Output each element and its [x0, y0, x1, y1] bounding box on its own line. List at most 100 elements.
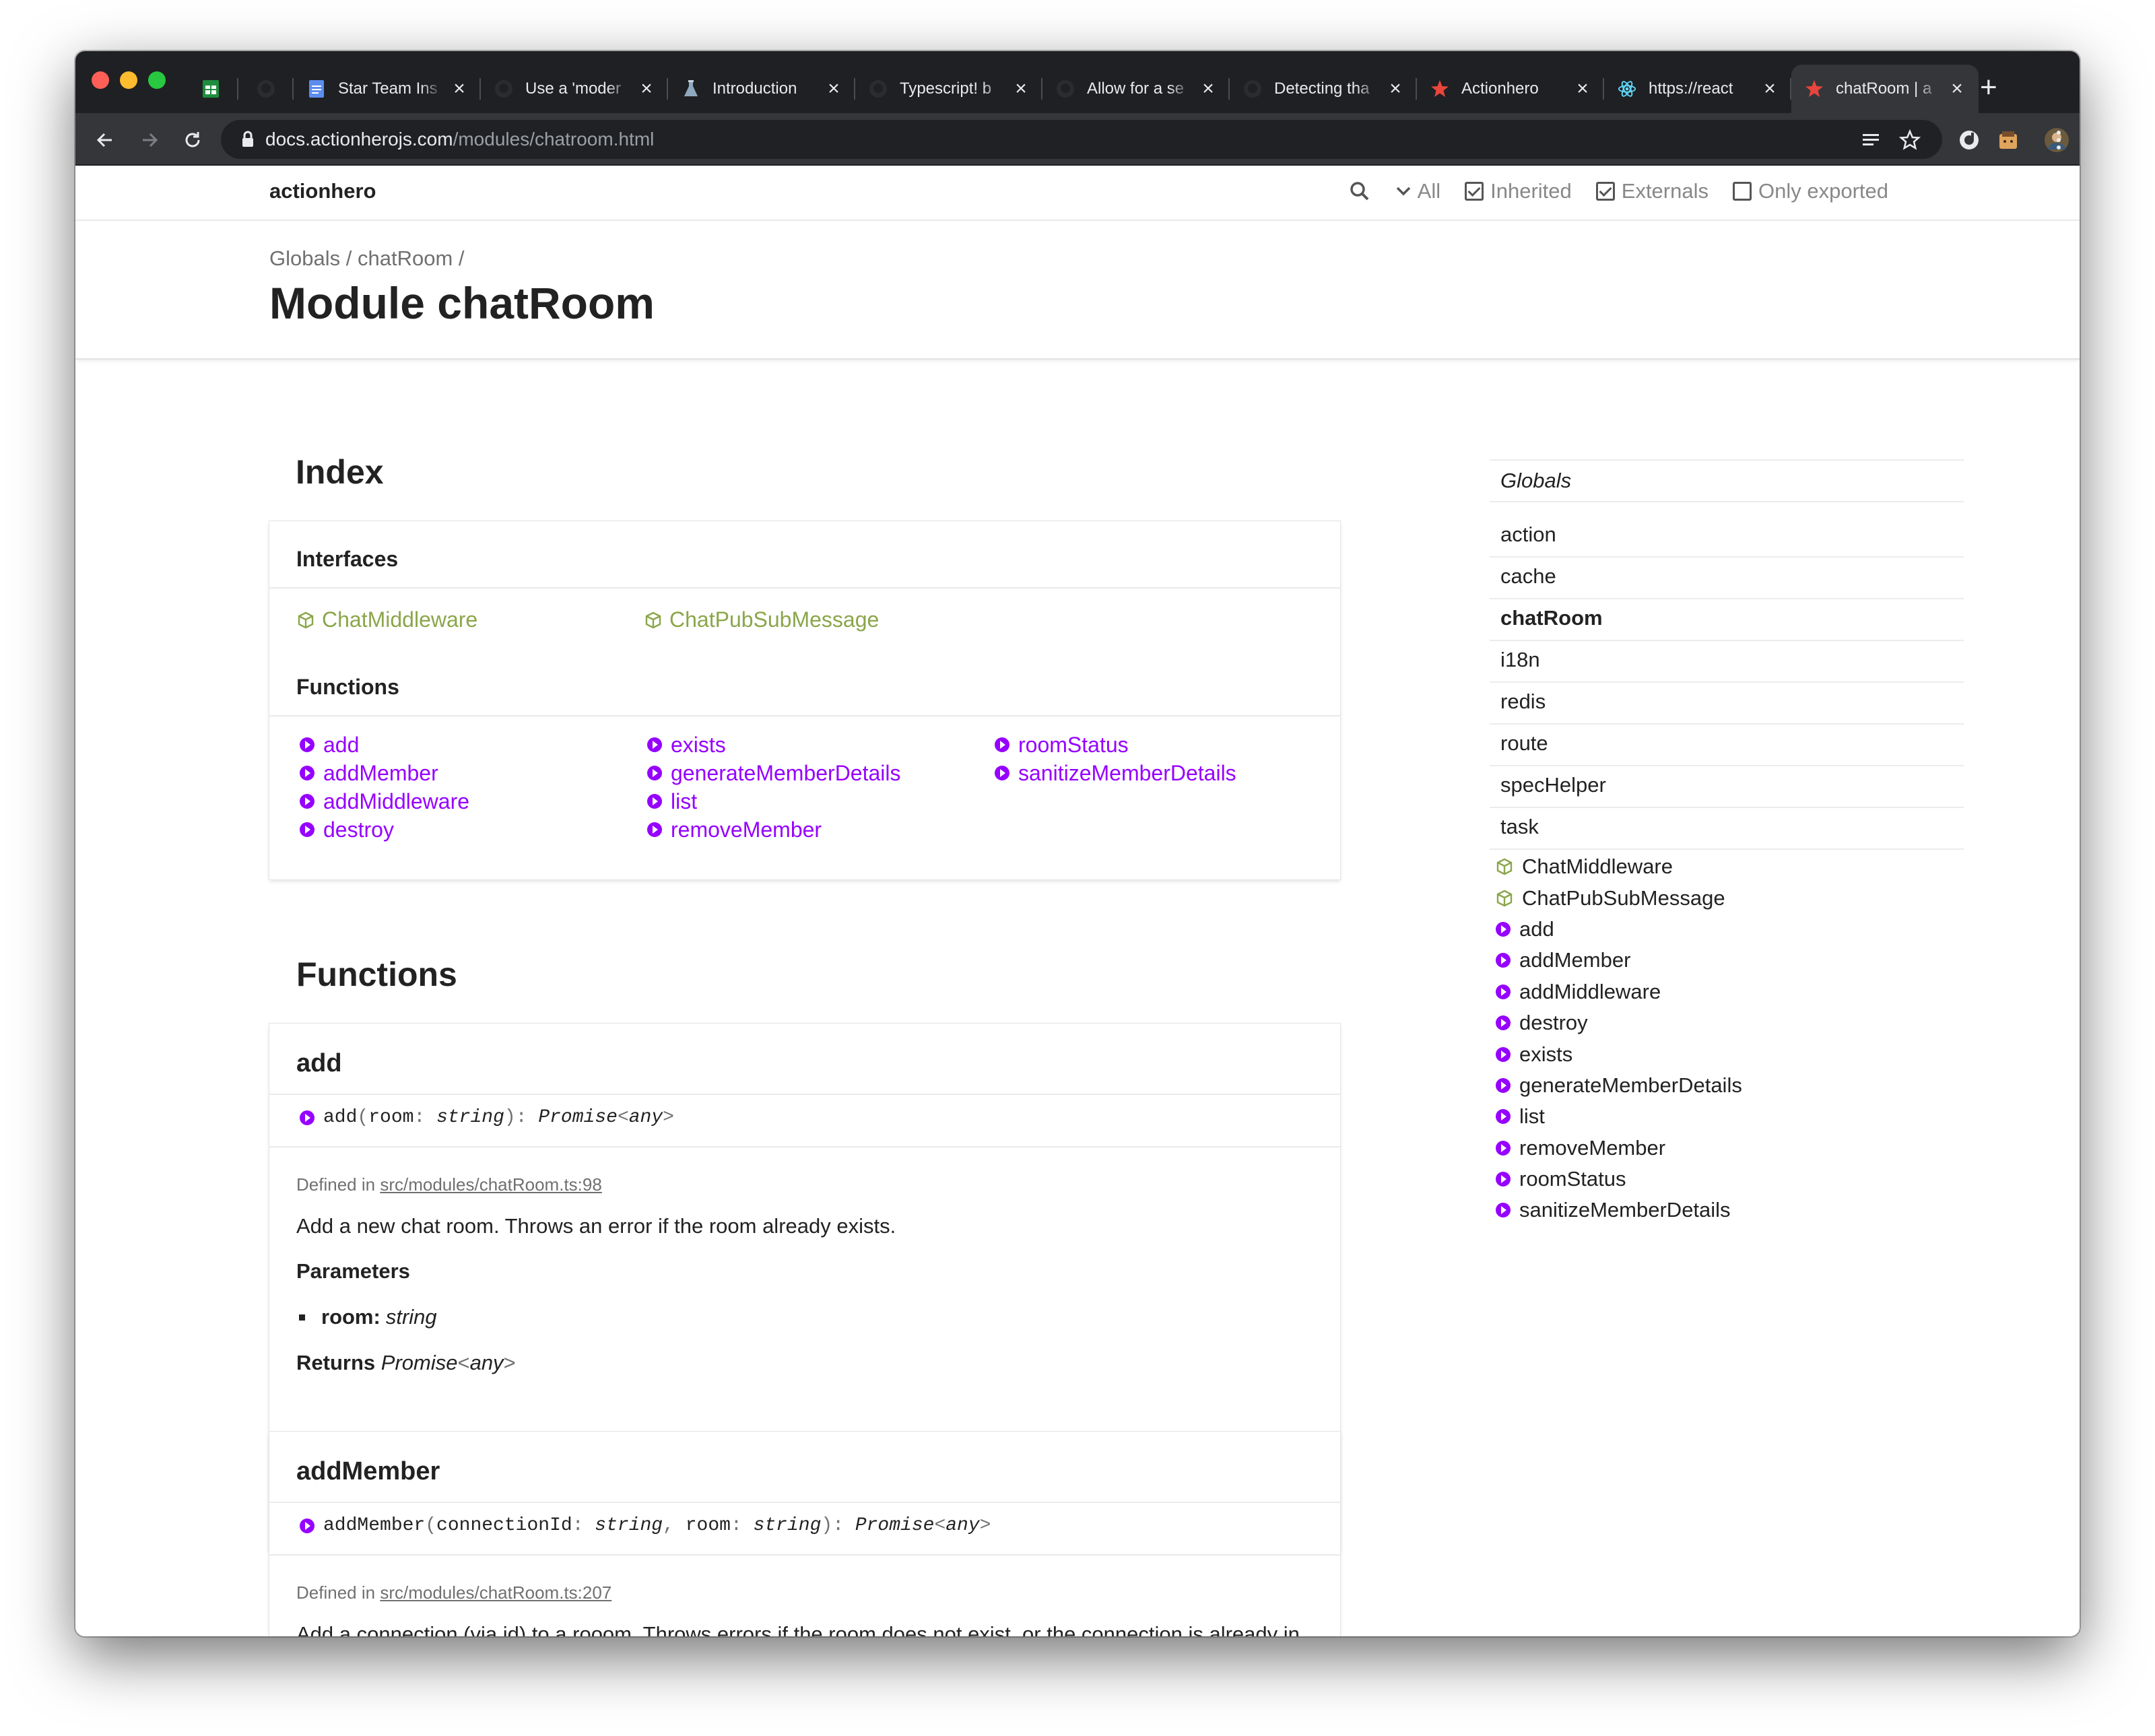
breadcrumb-chatroom[interactable]: chatRoom [358, 246, 453, 270]
sidebar-function-link[interactable]: destroy [1495, 1007, 1742, 1038]
close-tab-icon[interactable]: × [637, 79, 656, 99]
minimize-window-button[interactable] [120, 71, 137, 89]
sidebar-module-spechelper[interactable]: specHelper [1490, 766, 1964, 808]
close-tab-icon[interactable]: × [1386, 79, 1405, 99]
browser-tab[interactable]: Use a 'moder × [481, 65, 668, 113]
close-window-button[interactable] [92, 71, 109, 89]
source-link[interactable]: src/modules/chatRoom.ts:207 [380, 1582, 611, 1603]
checkbox-unchecked-icon [1733, 182, 1752, 201]
sidebar-module-i18n[interactable]: i18n [1490, 641, 1964, 683]
index-function-link[interactable]: list [646, 787, 901, 815]
browser-tab[interactable]: https://react × [1604, 65, 1791, 113]
close-tab-icon[interactable]: × [450, 79, 469, 99]
defined-in: Defined in src/modules/chatRoom.ts:207 [296, 1582, 611, 1603]
sidebar-function-link[interactable]: generateMemberDetails [1495, 1070, 1742, 1101]
sidebar-module-chatroom[interactable]: chatRoom [1490, 599, 1964, 641]
browser-tab[interactable]: Actionhero × [1417, 65, 1604, 113]
zoom-window-button[interactable] [148, 71, 166, 89]
function-icon [1495, 1171, 1511, 1187]
sidebar-function-link[interactable]: add [1495, 914, 1742, 945]
visibility-filter-select[interactable]: All [1395, 179, 1440, 203]
index-function-link[interactable]: removeMember [646, 815, 901, 844]
page-header: Globals / chatRoom / Module chatRoom [75, 221, 2080, 360]
browser-tab[interactable]: Introduction × [668, 65, 855, 113]
close-tab-icon[interactable]: × [1199, 79, 1218, 99]
defined-label: Defined in [296, 1582, 376, 1603]
index-function-link[interactable]: addMember [299, 759, 469, 787]
sidebar-module-task[interactable]: task [1490, 808, 1964, 850]
close-tab-icon[interactable]: × [1948, 79, 1966, 99]
sidebar-module-action[interactable]: action [1490, 516, 1964, 558]
link-label: sanitizeMemberDetails [1018, 760, 1236, 785]
browser-menu-icon[interactable] [2049, 125, 2069, 155]
browser-tab[interactable]: Typescript! b × [855, 65, 1042, 113]
browser-tab-active[interactable]: chatRoom | a × [1791, 65, 1979, 113]
index-function-link[interactable]: exists [646, 731, 901, 759]
parameters-title: Parameters [296, 1259, 410, 1283]
function-icon [1495, 1108, 1511, 1125]
tab-title: Typescript! b [900, 79, 992, 98]
reading-list-icon[interactable] [1856, 125, 1886, 155]
sidebar-function-link[interactable]: list [1495, 1101, 1742, 1132]
index-panel: Interfaces ChatMiddleware ChatPubSubMess… [269, 521, 1340, 879]
index-function-link[interactable]: roomStatus [994, 731, 1236, 759]
link-label: add [1519, 916, 1554, 941]
index-function-link[interactable]: add [299, 731, 469, 759]
sidebar-function-link[interactable]: exists [1495, 1038, 1742, 1069]
extension-icon[interactable] [1993, 125, 2023, 155]
index-function-link[interactable]: generateMemberDetails [646, 759, 901, 787]
sidebar-interface-link[interactable]: ChatPubSubMessage [1495, 882, 1742, 913]
index-interface-link[interactable]: ChatMiddleware [296, 607, 477, 632]
source-link[interactable]: src/modules/chatRoom.ts:98 [380, 1174, 601, 1195]
sidebar-function-link[interactable]: sanitizeMemberDetails [1495, 1195, 1742, 1226]
sidebar-interface-link[interactable]: ChatMiddleware [1495, 851, 1742, 882]
sidebar-globals-link[interactable]: Globals [1490, 459, 1964, 502]
link-label: ChatMiddleware [322, 607, 478, 632]
browser-tab[interactable]: Allow for a se × [1042, 65, 1230, 113]
close-tab-icon[interactable]: × [1573, 79, 1592, 99]
sidebar-function-link[interactable]: roomStatus [1495, 1164, 1742, 1195]
url-text[interactable]: docs.actionherojs.com/modules/chatroom.h… [265, 129, 654, 150]
extension-icon[interactable] [1954, 125, 1984, 155]
back-icon[interactable] [90, 125, 120, 155]
function-icon [1495, 952, 1511, 968]
index-function-link[interactable]: sanitizeMemberDetails [994, 759, 1236, 787]
sidebar-module-cache[interactable]: cache [1490, 558, 1964, 599]
sidebar-function-link[interactable]: removeMember [1495, 1133, 1742, 1164]
only-exported-checkbox[interactable]: Only exported [1733, 179, 1888, 203]
close-tab-icon[interactable]: × [824, 79, 843, 99]
browser-tab[interactable] [183, 65, 238, 113]
sidebar-module-route[interactable]: route [1490, 725, 1964, 766]
chevron-down-icon [1396, 187, 1410, 196]
interface-icon [644, 611, 663, 630]
link-label: sanitizeMemberDetails [1519, 1198, 1731, 1222]
sidebar-function-link[interactable]: addMiddleware [1495, 976, 1742, 1007]
new-tab-button[interactable]: + [1980, 73, 1997, 102]
address-bar[interactable]: docs.actionherojs.com/modules/chatroom.h… [221, 120, 1942, 159]
index-interface-link[interactable]: ChatPubSubMessage [644, 607, 879, 632]
link-label: removeMember [671, 817, 822, 842]
inherited-checkbox[interactable]: Inherited [1465, 179, 1572, 203]
site-brand[interactable]: actionhero [269, 179, 376, 203]
sidebar-function-link[interactable]: addMember [1495, 945, 1742, 976]
search-icon[interactable] [1349, 180, 1370, 202]
reload-icon[interactable] [178, 125, 207, 155]
bookmark-star-icon[interactable] [1895, 125, 1925, 155]
functions-heading: Functions [296, 956, 457, 993]
externals-checkbox[interactable]: Externals [1595, 179, 1709, 203]
close-tab-icon[interactable]: × [1012, 79, 1030, 99]
breadcrumb-globals[interactable]: Globals [269, 246, 340, 270]
browser-tab[interactable]: Star Team Ins × [294, 65, 481, 113]
browser-tab[interactable]: Detecting tha × [1230, 65, 1417, 113]
index-function-link[interactable]: destroy [299, 815, 469, 844]
link-label: generateMemberDetails [1519, 1073, 1742, 1097]
browser-tab[interactable] [238, 65, 294, 113]
forward-icon[interactable] [135, 125, 164, 155]
index-heading: Index [296, 453, 384, 491]
sidebar-module-redis[interactable]: redis [1490, 683, 1964, 725]
index-function-link[interactable]: addMiddleware [299, 787, 469, 815]
link-label: ChatMiddleware [1522, 855, 1673, 879]
close-tab-icon[interactable]: × [1760, 79, 1779, 99]
function-icon [299, 765, 315, 781]
defined-in: Defined in src/modules/chatRoom.ts:98 [296, 1174, 602, 1195]
